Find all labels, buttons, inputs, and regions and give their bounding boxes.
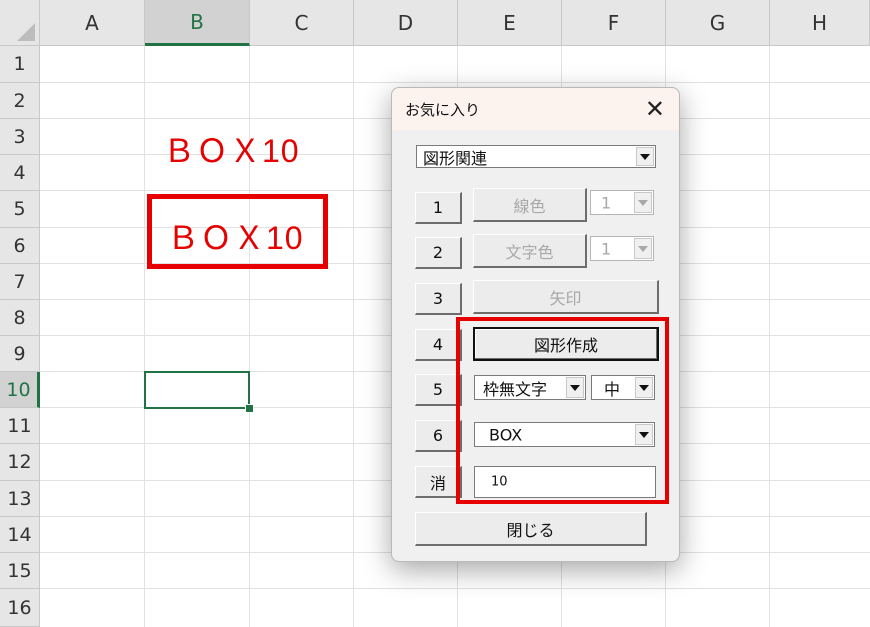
select-all-corner[interactable] [0, 0, 40, 46]
grid-line [40, 82, 870, 83]
row-header-8[interactable]: 8 [0, 300, 40, 336]
column-header-h[interactable]: H [770, 0, 870, 46]
row-header-2[interactable]: 2 [0, 83, 40, 119]
line-color-button[interactable]: 線色 [473, 188, 587, 222]
chevron-down-icon[interactable] [636, 147, 654, 166]
line-color-select-value: 1 [601, 193, 612, 212]
shape-text-no-border[interactable]: ＢＯＸ10 [163, 126, 300, 172]
grid-line [769, 46, 770, 627]
dialog-title: お気に入り [405, 101, 481, 119]
clear-button[interactable]: 消 [415, 466, 462, 498]
chevron-down-icon[interactable] [634, 192, 652, 213]
row-header-3[interactable]: 3 [0, 119, 40, 155]
grid-line [40, 588, 870, 589]
column-header-b[interactable]: B [145, 0, 250, 46]
row-header-1[interactable]: 1 [0, 46, 40, 83]
text-color-select[interactable]: 1 [590, 236, 654, 261]
close-icon[interactable]: ✕ [645, 94, 665, 124]
text-color-button[interactable]: 文字色 [473, 234, 587, 268]
column-header-f[interactable]: F [562, 0, 666, 46]
row-header-13[interactable]: 13 [0, 481, 40, 517]
grid-line [144, 46, 145, 627]
category-select-value: 図形関連 [423, 148, 488, 168]
red-highlight-frame [456, 317, 669, 504]
row-header-6[interactable]: 6 [0, 228, 40, 264]
button-4[interactable]: 4 [415, 329, 462, 361]
row-header-10[interactable]: 10 [0, 372, 40, 408]
row-header-7[interactable]: 7 [0, 264, 40, 300]
select-all-triangle-icon [17, 23, 35, 41]
row-header-15[interactable]: 15 [0, 553, 40, 589]
row-header-14[interactable]: 14 [0, 517, 40, 553]
row-header-4[interactable]: 4 [0, 155, 40, 191]
line-color-select[interactable]: 1 [590, 190, 654, 215]
row-header-9[interactable]: 9 [0, 336, 40, 372]
grid-line [353, 46, 354, 627]
chevron-down-icon[interactable] [634, 238, 652, 259]
dialog-titlebar[interactable]: お気に入り ✕ [392, 88, 679, 130]
column-header-a[interactable]: A [40, 0, 145, 46]
row-header-11[interactable]: 11 [0, 408, 40, 444]
button-2[interactable]: 2 [415, 237, 462, 269]
arrow-button[interactable]: 矢印 [473, 280, 659, 314]
button-3[interactable]: 3 [415, 283, 462, 315]
column-header-d[interactable]: D [354, 0, 458, 46]
active-cell-b10[interactable] [144, 371, 250, 409]
shape-box-text: ＢＯＸ10 [167, 220, 304, 256]
close-button[interactable]: 閉じる [415, 512, 647, 546]
column-header-c[interactable]: C [250, 0, 354, 46]
fill-handle[interactable] [245, 404, 254, 413]
row-header-16[interactable]: 16 [0, 589, 40, 627]
column-header-g[interactable]: G [666, 0, 770, 46]
button-1[interactable]: 1 [415, 192, 462, 224]
text-color-select-value: 1 [601, 239, 612, 258]
row-header-5[interactable]: 5 [0, 191, 40, 228]
button-6[interactable]: 6 [415, 420, 462, 452]
category-select[interactable]: 図形関連 [416, 145, 656, 168]
row-header-12[interactable]: 12 [0, 444, 40, 481]
column-header-e[interactable]: E [458, 0, 562, 46]
button-5[interactable]: 5 [415, 374, 462, 406]
